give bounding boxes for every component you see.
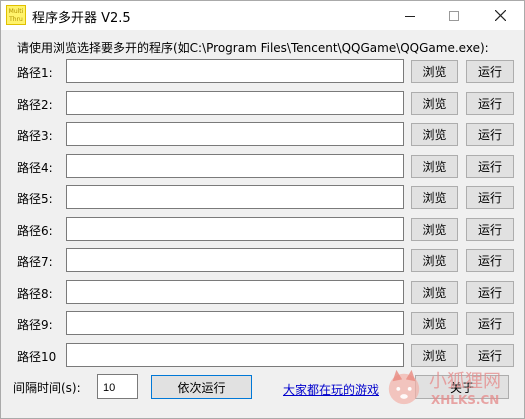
run-button-1[interactable]: 运行 <box>466 60 514 83</box>
close-button[interactable] <box>478 1 522 30</box>
path-label: 路径3: <box>17 129 53 143</box>
title-bar: Multi Thru 程序多开器 V2.5 <box>1 1 524 30</box>
interval-input[interactable] <box>97 374 138 399</box>
run-button-9[interactable]: 运行 <box>466 312 514 335</box>
path-row-10: 路径10 浏览 运行 <box>1 343 524 369</box>
run-button-8[interactable]: 运行 <box>466 281 514 304</box>
browse-button-8[interactable]: 浏览 <box>411 281 458 304</box>
browse-button-5[interactable]: 浏览 <box>411 186 458 209</box>
maximize-button[interactable] <box>432 1 476 30</box>
run-sequentially-button[interactable]: 依次运行 <box>151 375 252 399</box>
path-label: 路径6: <box>17 224 53 238</box>
run-button-4[interactable]: 运行 <box>466 155 514 178</box>
path-input-10[interactable] <box>66 343 404 367</box>
browse-button-2[interactable]: 浏览 <box>411 92 458 115</box>
path-row-7: 路径7: 浏览 运行 <box>1 248 524 274</box>
run-button-3[interactable]: 运行 <box>466 123 514 146</box>
browse-button-3[interactable]: 浏览 <box>411 123 458 146</box>
path-row-8: 路径8: 浏览 运行 <box>1 280 524 306</box>
browse-button-9[interactable]: 浏览 <box>411 312 458 335</box>
path-row-4: 路径4: 浏览 运行 <box>1 154 524 180</box>
path-input-2[interactable] <box>66 91 404 115</box>
popular-games-link[interactable]: 大家都在玩的游戏 <box>283 381 379 398</box>
run-button-6[interactable]: 运行 <box>466 218 514 241</box>
interval-label: 间隔时间(s): <box>13 381 81 395</box>
path-label: 路径9: <box>17 318 53 332</box>
path-input-3[interactable] <box>66 122 404 146</box>
close-icon <box>494 10 506 21</box>
path-input-9[interactable] <box>66 311 404 335</box>
run-button-2[interactable]: 运行 <box>466 92 514 115</box>
path-input-5[interactable] <box>66 185 404 209</box>
path-input-6[interactable] <box>66 217 404 241</box>
instruction-text: 请使用浏览选择要多开的程序(如C:\Program Files\Tencent\… <box>17 41 489 55</box>
browse-button-1[interactable]: 浏览 <box>411 60 458 83</box>
path-input-4[interactable] <box>66 154 404 178</box>
path-label: 路径4: <box>17 161 53 175</box>
path-row-6: 路径6: 浏览 运行 <box>1 217 524 243</box>
path-label: 路径1: <box>17 66 53 80</box>
path-input-7[interactable] <box>66 248 404 272</box>
path-label: 路径5: <box>17 192 53 206</box>
run-button-7[interactable]: 运行 <box>466 249 514 272</box>
path-row-5: 路径5: 浏览 运行 <box>1 185 524 211</box>
path-label: 路径2: <box>17 98 53 112</box>
path-input-1[interactable] <box>66 59 404 83</box>
minimize-button[interactable] <box>388 1 432 30</box>
path-row-3: 路径3: 浏览 运行 <box>1 122 524 148</box>
path-row-9: 路径9: 浏览 运行 <box>1 311 524 337</box>
path-row-1: 路径1: 浏览 运行 <box>1 59 524 85</box>
path-row-2: 路径2: 浏览 运行 <box>1 91 524 117</box>
maximize-icon <box>449 10 459 21</box>
browse-button-10[interactable]: 浏览 <box>411 344 458 367</box>
path-label: 路径10 <box>17 350 57 364</box>
path-label: 路径8: <box>17 287 53 301</box>
window-title: 程序多开器 V2.5 <box>32 11 131 26</box>
run-button-5[interactable]: 运行 <box>466 186 514 209</box>
browse-button-7[interactable]: 浏览 <box>411 249 458 272</box>
about-button[interactable]: 关于 <box>415 375 509 399</box>
program-multi-opener-window: Multi Thru 程序多开器 V2.5 请使用浏览选择要多开的程序(如C:\… <box>0 0 525 419</box>
browse-button-4[interactable]: 浏览 <box>411 155 458 178</box>
browse-button-6[interactable]: 浏览 <box>411 218 458 241</box>
app-icon: Multi Thru <box>6 5 26 25</box>
minimize-icon <box>405 15 415 17</box>
path-input-8[interactable] <box>66 280 404 304</box>
run-button-10[interactable]: 运行 <box>466 344 514 367</box>
path-label: 路径7: <box>17 255 53 269</box>
